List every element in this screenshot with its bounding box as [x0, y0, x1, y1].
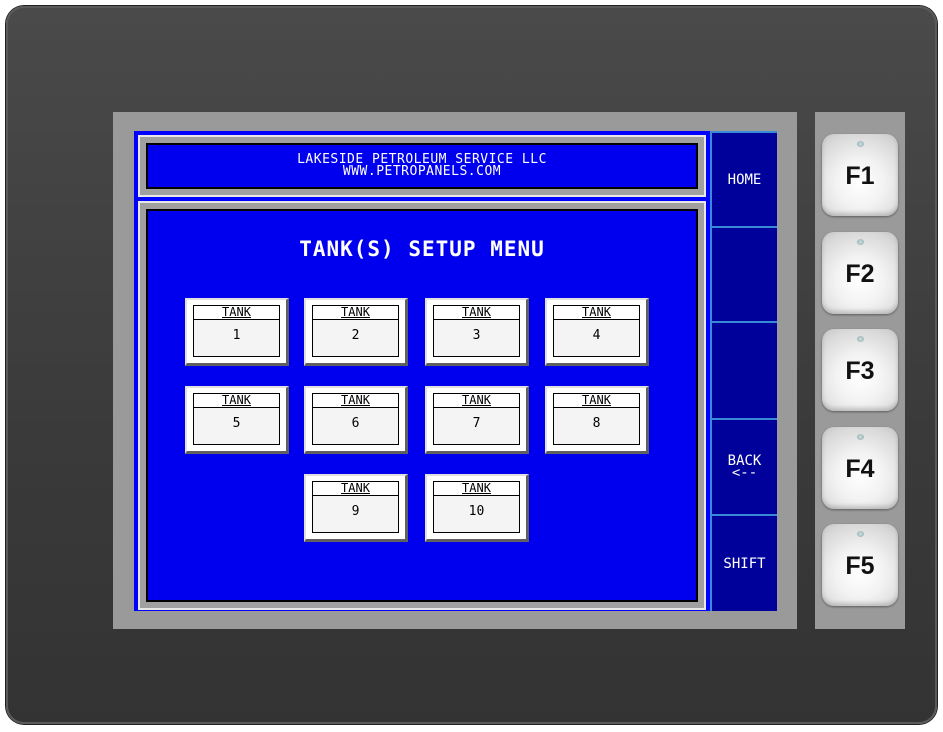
- tank-label: TANK: [554, 394, 639, 408]
- f3-key[interactable]: F3: [822, 329, 898, 411]
- f2-key[interactable]: F2: [822, 232, 898, 314]
- tank-button-face: TANK 9: [312, 481, 399, 533]
- led-indicator-icon: [857, 239, 864, 245]
- tank-number: 9: [351, 504, 360, 519]
- tank-1-button[interactable]: TANK 1: [185, 298, 289, 366]
- f1-key-label: F1: [845, 162, 875, 190]
- tank-button-face: TANK 4: [553, 305, 640, 357]
- tank-number: 1: [232, 328, 241, 343]
- home-button-label: HOME: [727, 171, 762, 188]
- tank-button-face: TANK 5: [193, 393, 280, 445]
- tank-label: TANK: [554, 306, 639, 320]
- tank-6-button[interactable]: TANK 6: [304, 386, 408, 454]
- f5-key-label: F5: [845, 552, 875, 580]
- tank-button-face: TANK 2: [312, 305, 399, 357]
- tank-label: TANK: [434, 306, 519, 320]
- tank-number: 3: [472, 328, 481, 343]
- tank-label: TANK: [313, 306, 398, 320]
- tank-label: TANK: [194, 394, 279, 408]
- header-bar: LAKESIDE PETROLEUM SERVICE LLC WWW.PETRO…: [138, 135, 706, 197]
- f2-key-label: F2: [845, 260, 875, 288]
- tank-number: 5: [232, 416, 241, 431]
- f4-key-label: F4: [845, 455, 875, 483]
- led-indicator-icon: [857, 141, 864, 147]
- led-indicator-icon: [857, 336, 864, 342]
- f4-key[interactable]: F4: [822, 427, 898, 509]
- tank-10-button[interactable]: TANK 10: [425, 474, 529, 542]
- led-indicator-icon: [857, 531, 864, 537]
- softkey-blank-1[interactable]: [710, 226, 777, 321]
- led-indicator-icon: [857, 434, 864, 440]
- shift-button[interactable]: SHIFT: [710, 514, 777, 611]
- company-website: WWW.PETROPANELS.COM: [342, 164, 502, 179]
- tank-label: TANK: [313, 482, 398, 496]
- tank-9-button[interactable]: TANK 9: [304, 474, 408, 542]
- tank-8-button[interactable]: TANK 8: [545, 386, 649, 454]
- tank-number: 8: [592, 416, 601, 431]
- tank-label: TANK: [434, 482, 519, 496]
- tank-button-face: TANK 6: [312, 393, 399, 445]
- shift-button-label: SHIFT: [723, 555, 766, 572]
- tank-button-face: TANK 1: [193, 305, 280, 357]
- tank-2-button[interactable]: TANK 2: [304, 298, 408, 366]
- tank-button-face: TANK 7: [433, 393, 520, 445]
- tank-number: 2: [351, 328, 360, 343]
- header-banner: LAKESIDE PETROLEUM SERVICE LLC WWW.PETRO…: [146, 143, 698, 189]
- home-button[interactable]: HOME: [710, 131, 777, 226]
- tank-5-button[interactable]: TANK 5: [185, 386, 289, 454]
- tank-number: 7: [472, 416, 481, 431]
- tank-button-face: TANK 8: [553, 393, 640, 445]
- tank-label: TANK: [313, 394, 398, 408]
- tank-label: TANK: [194, 306, 279, 320]
- tank-3-button[interactable]: TANK 3: [425, 298, 529, 366]
- tank-button-face: TANK 10: [433, 481, 520, 533]
- f1-key[interactable]: F1: [822, 134, 898, 216]
- tank-number: 4: [592, 328, 601, 343]
- back-button[interactable]: BACK <--: [710, 418, 777, 514]
- tank-number: 10: [468, 504, 485, 519]
- back-arrow-icon: <--: [731, 465, 758, 481]
- f3-key-label: F3: [845, 357, 875, 385]
- f5-key[interactable]: F5: [822, 524, 898, 606]
- tank-label: TANK: [434, 394, 519, 408]
- page-title: TANK(S) SETUP MENU: [299, 237, 545, 261]
- tank-4-button[interactable]: TANK 4: [545, 298, 649, 366]
- tank-7-button[interactable]: TANK 7: [425, 386, 529, 454]
- tank-button-face: TANK 3: [433, 305, 520, 357]
- softkey-blank-2[interactable]: [710, 321, 777, 418]
- tank-number: 6: [351, 416, 360, 431]
